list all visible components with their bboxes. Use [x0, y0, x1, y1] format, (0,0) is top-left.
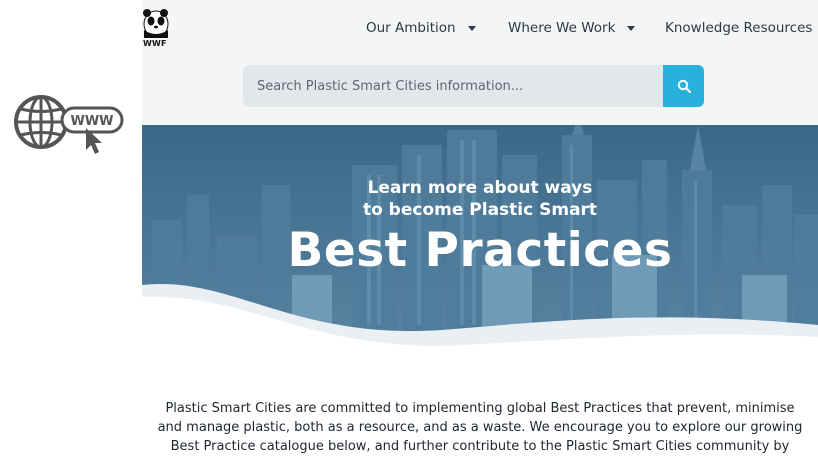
chevron-down-icon: [467, 25, 476, 31]
nav-label: Knowledge Resources: [665, 20, 813, 36]
search-input[interactable]: [243, 65, 663, 107]
intro-line: Plastic Smart Cities are committed to im…: [165, 401, 795, 416]
main-nav: Our Ambition Where We Work Knowledge Res…: [142, 20, 818, 40]
hero-subtitle-line1: Learn more about ways: [367, 178, 593, 198]
nav-label: Our Ambition: [366, 20, 456, 36]
logo-text: WWF: [143, 39, 167, 48]
nav-knowledge-resources[interactable]: Knowledge Resources: [665, 20, 818, 36]
nav-our-ambition[interactable]: Our Ambition: [366, 20, 476, 36]
search-button[interactable]: [663, 65, 704, 107]
website-frame: WWF Our Ambition Where We Work Knowledge…: [142, 0, 818, 462]
www-label: WWW: [70, 114, 113, 129]
intro-line: Best Practice catalogue below, and furth…: [170, 439, 790, 454]
intro-line: and manage plastic, both as a resource, …: [157, 420, 803, 435]
nav-label: Where We Work: [508, 20, 616, 36]
hero-banner: Learn more about ways to become Plastic …: [142, 125, 818, 360]
search-bar: [243, 65, 704, 107]
header: WWF Our Ambition Where We Work Knowledge…: [142, 0, 818, 125]
chevron-down-icon: [627, 25, 636, 31]
hero-subtitle-line2: to become Plastic Smart: [362, 200, 598, 220]
search-icon: [677, 79, 691, 93]
nav-where-we-work[interactable]: Where We Work: [508, 20, 636, 36]
intro-paragraph: Plastic Smart Cities are committed to im…: [152, 399, 808, 456]
hero-title: Best Practices: [287, 223, 673, 278]
www-globe-icon: WWW: [14, 92, 126, 158]
